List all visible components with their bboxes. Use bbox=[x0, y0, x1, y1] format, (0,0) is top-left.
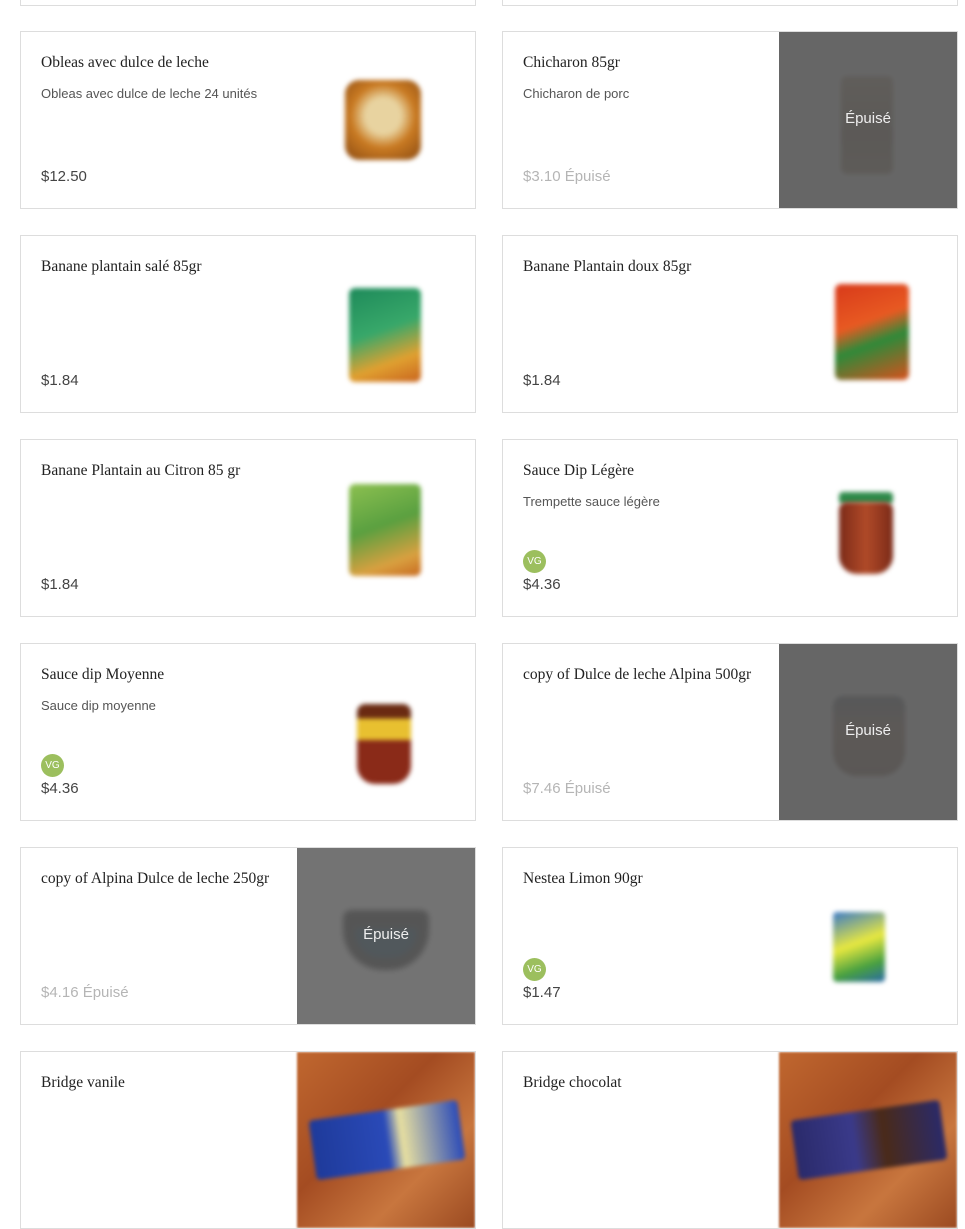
sauce-jar-green-lid-thumbnail bbox=[779, 440, 957, 616]
product-description: Obleas avec dulce de leche 24 unités bbox=[41, 86, 258, 101]
sold-out-label: Épuisé bbox=[845, 110, 891, 127]
green-chips-bag-thumbnail bbox=[297, 236, 475, 412]
product-name: Obleas avec dulce de leche bbox=[41, 54, 209, 71]
product-name: Sauce dip Moyenne bbox=[41, 666, 165, 683]
product-description: Sauce dip moyenne bbox=[41, 698, 156, 713]
product-name: Chicharon 85gr bbox=[523, 54, 620, 71]
product-card-partial-right[interactable] bbox=[502, 0, 958, 6]
product-card[interactable]: Bridge vanile bbox=[20, 1051, 476, 1229]
sold-out-label: Épuisé bbox=[845, 722, 891, 739]
product-name: Banane plantain salé 85gr bbox=[41, 258, 202, 275]
product-card[interactable]: Obleas avec dulce de leche Obleas avec d… bbox=[20, 31, 476, 209]
product-price: $1.84 bbox=[41, 372, 79, 389]
product-card-partial-left[interactable] bbox=[20, 0, 476, 6]
dulce-de-leche-small-tub-thumbnail: Épuisé bbox=[297, 848, 475, 1024]
product-name: copy of Alpina Dulce de leche 250gr bbox=[41, 870, 270, 887]
product-price: $1.84 bbox=[523, 372, 561, 389]
product-card[interactable]: Sauce dip Moyenne Sauce dip moyenne VG $… bbox=[20, 643, 476, 821]
product-price: $4.16 Épuisé bbox=[41, 984, 129, 1001]
product-card[interactable]: Banane Plantain doux 85gr $1.84 bbox=[502, 235, 958, 413]
chicharon-bag-thumbnail: Épuisé bbox=[779, 32, 957, 208]
dulce-de-leche-tub-thumbnail: Épuisé bbox=[779, 644, 957, 820]
sauce-jar-yellow-label-thumbnail bbox=[297, 644, 475, 820]
vegan-badge: VG bbox=[523, 958, 546, 981]
product-name: Nestea Limon 90gr bbox=[523, 870, 643, 887]
product-name: Banane Plantain doux 85gr bbox=[523, 258, 692, 275]
product-card[interactable]: Chicharon 85gr Chicharon de porc $3.10 É… bbox=[502, 31, 958, 209]
product-price: $4.36 bbox=[523, 576, 561, 593]
vegan-badge: VG bbox=[41, 754, 64, 777]
wafer-box-thumbnail bbox=[297, 32, 475, 208]
product-price: $4.36 bbox=[41, 780, 79, 797]
product-card[interactable]: Nestea Limon 90gr VG $1.47 bbox=[502, 847, 958, 1025]
product-card[interactable]: copy of Alpina Dulce de leche 250gr $4.1… bbox=[20, 847, 476, 1025]
product-card[interactable]: Banane Plantain au Citron 85 gr $1.84 bbox=[20, 439, 476, 617]
product-card[interactable]: Banane plantain salé 85gr $1.84 bbox=[20, 235, 476, 413]
lime-chips-bag-thumbnail bbox=[297, 440, 475, 616]
product-price: $3.10 Épuisé bbox=[523, 168, 611, 185]
vegan-badge: VG bbox=[523, 550, 546, 573]
product-name: Sauce Dip Légère bbox=[523, 462, 635, 479]
product-description: Trempette sauce légère bbox=[523, 494, 660, 509]
product-name: Bridge chocolat bbox=[523, 1074, 622, 1091]
nestea-pouch-thumbnail bbox=[779, 848, 957, 1024]
bridge-chocolate-package-thumbnail bbox=[779, 1052, 957, 1228]
product-name: Bridge vanile bbox=[41, 1074, 125, 1091]
product-card[interactable]: Bridge chocolat bbox=[502, 1051, 958, 1229]
product-price: $1.47 bbox=[523, 984, 561, 1001]
product-price: $1.84 bbox=[41, 576, 79, 593]
product-card[interactable]: Sauce Dip Légère Trempette sauce légère … bbox=[502, 439, 958, 617]
product-name: Banane Plantain au Citron 85 gr bbox=[41, 462, 241, 479]
product-name: copy of Dulce de leche Alpina 500gr bbox=[523, 666, 752, 683]
bridge-vanilla-package-thumbnail bbox=[297, 1052, 475, 1228]
product-description: Chicharon de porc bbox=[523, 86, 630, 101]
sold-out-label: Épuisé bbox=[363, 926, 409, 943]
red-chips-bag-thumbnail bbox=[779, 236, 957, 412]
product-price: $7.46 Épuisé bbox=[523, 780, 611, 797]
product-card[interactable]: copy of Dulce de leche Alpina 500gr $7.4… bbox=[502, 643, 958, 821]
product-price: $12.50 bbox=[41, 168, 87, 185]
